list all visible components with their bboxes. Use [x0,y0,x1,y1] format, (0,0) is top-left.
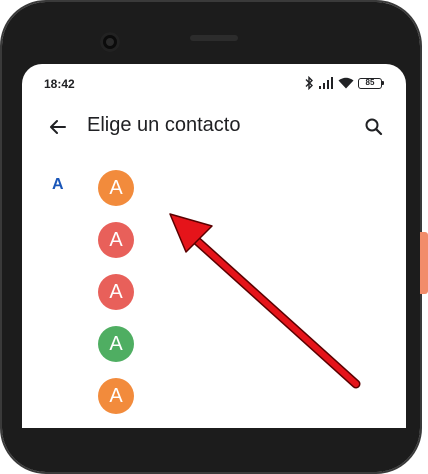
front-camera [100,32,120,52]
battery-icon: 85 [358,77,384,89]
bluetooth-icon [304,76,314,90]
status-time: 18:42 [44,77,75,91]
phone-side-button [420,232,428,294]
phone-mockup: 18:42 85 Elige un contacto A A A A A A [0,0,428,474]
signal-icon [318,77,334,89]
search-icon[interactable] [362,115,386,139]
contact-avatar[interactable]: A [98,326,134,362]
contact-avatar[interactable]: A [98,274,134,310]
page-title: Elige un contacto [87,114,241,136]
contact-avatar[interactable]: A [98,170,134,206]
status-bar: 18:42 85 [22,64,406,102]
contact-avatar[interactable]: A [98,222,134,258]
section-index-letter: A [52,176,64,193]
phone-screen: 18:42 85 Elige un contacto A A A A A A [22,64,406,428]
arrow-back-icon[interactable] [46,115,70,139]
earpiece-speaker [190,35,238,41]
app-bar: Elige un contacto [22,104,406,150]
contact-avatar[interactable]: A [98,378,134,414]
wifi-icon [338,77,354,89]
status-icons: 85 [304,75,384,91]
